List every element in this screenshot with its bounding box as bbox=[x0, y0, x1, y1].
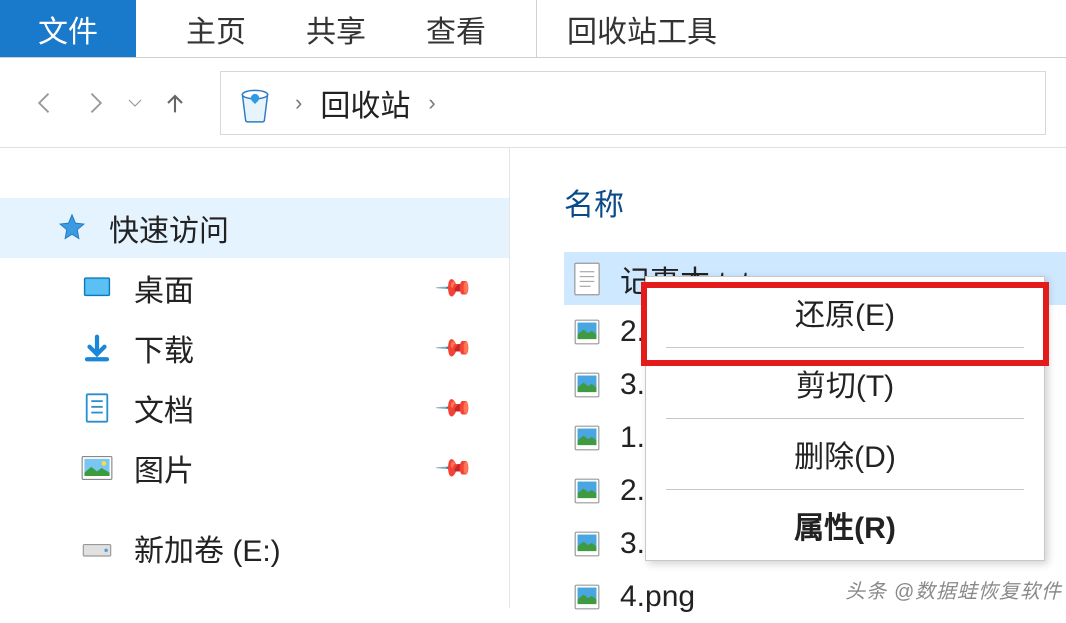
pin-icon: 📌 bbox=[433, 447, 475, 489]
pin-icon: 📌 bbox=[433, 327, 475, 369]
ctx-delete[interactable]: 删除(D) bbox=[646, 419, 1044, 489]
sidebar-item-label: 图片 bbox=[134, 446, 194, 490]
desktop-icon bbox=[80, 271, 114, 305]
file-name: 4.png bbox=[620, 580, 695, 614]
tab-share[interactable]: 共享 bbox=[276, 0, 396, 57]
pin-icon: 📌 bbox=[433, 267, 475, 309]
nav-forward-button[interactable] bbox=[70, 78, 120, 128]
chevron-right-icon: › bbox=[287, 90, 310, 116]
pictures-icon bbox=[80, 451, 114, 485]
recycle-bin-icon bbox=[233, 81, 277, 125]
nav-up-button[interactable] bbox=[150, 78, 200, 128]
star-icon bbox=[55, 211, 89, 245]
sidebar-item-label: 快速访问 bbox=[109, 206, 229, 250]
sidebar-item-downloads[interactable]: 下载 📌 bbox=[0, 318, 509, 378]
sidebar-item-label: 下载 bbox=[134, 326, 194, 370]
sidebar-item-pictures[interactable]: 图片 📌 bbox=[0, 438, 509, 498]
sidebar-item-label: 桌面 bbox=[134, 266, 194, 310]
drive-icon bbox=[80, 531, 114, 565]
image-file-icon bbox=[572, 315, 602, 349]
ctx-cut[interactable]: 剪切(T) bbox=[646, 348, 1044, 418]
nav-back-button[interactable] bbox=[20, 78, 70, 128]
address-bar: › 回收站 › bbox=[0, 58, 1066, 148]
chevron-right-icon: › bbox=[420, 90, 443, 116]
address-box[interactable]: › 回收站 › bbox=[220, 71, 1046, 135]
text-file-icon bbox=[572, 262, 602, 296]
documents-icon bbox=[80, 391, 114, 425]
sidebar-item-label: 文档 bbox=[134, 386, 194, 430]
nav-recent-dropdown[interactable] bbox=[120, 78, 150, 128]
image-file-icon bbox=[572, 421, 602, 455]
column-header-name[interactable]: 名称 bbox=[564, 180, 1066, 224]
pin-icon: 📌 bbox=[433, 387, 475, 429]
ctx-properties[interactable]: 属性(R) bbox=[646, 490, 1044, 560]
image-file-icon bbox=[572, 580, 602, 614]
sidebar-item-desktop[interactable]: 桌面 📌 bbox=[0, 258, 509, 318]
ribbon-tabs: 文件 主页 共享 查看 回收站工具 bbox=[0, 0, 1066, 58]
tab-file[interactable]: 文件 bbox=[0, 0, 136, 57]
image-file-icon bbox=[572, 527, 602, 561]
watermark-text: 头条 @数据蛙恢复软件 bbox=[845, 575, 1062, 604]
sidebar-item-label: 新加卷 (E:) bbox=[134, 526, 281, 570]
sidebar-item-documents[interactable]: 文档 📌 bbox=[0, 378, 509, 438]
image-file-icon bbox=[572, 474, 602, 508]
sidebar: 快速访问 桌面 📌 下载 📌 文档 📌 图片 bbox=[0, 148, 510, 608]
sidebar-item-new-volume[interactable]: 新加卷 (E:) bbox=[0, 518, 509, 578]
tab-home[interactable]: 主页 bbox=[156, 0, 276, 57]
tab-recycle-tools[interactable]: 回收站工具 bbox=[536, 0, 747, 57]
breadcrumb-location[interactable]: 回收站 bbox=[320, 81, 410, 125]
ctx-restore[interactable]: 还原(E) bbox=[646, 277, 1044, 347]
context-menu: 还原(E) 剪切(T) 删除(D) 属性(R) bbox=[645, 276, 1045, 561]
download-icon bbox=[80, 331, 114, 365]
sidebar-item-quick-access[interactable]: 快速访问 bbox=[0, 198, 509, 258]
image-file-icon bbox=[572, 368, 602, 402]
tab-view[interactable]: 查看 bbox=[396, 0, 516, 57]
